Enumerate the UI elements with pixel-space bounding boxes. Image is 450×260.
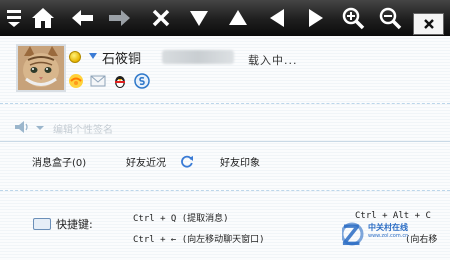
tab-friend-updates[interactable]: 好友近况	[126, 154, 166, 169]
browser-toolbar	[0, 0, 450, 36]
next-icon[interactable]	[303, 4, 329, 32]
keyboard-icon	[33, 218, 51, 230]
online-status-icon[interactable]	[69, 51, 81, 63]
cat-photo	[18, 46, 64, 90]
qzone-icon[interactable]	[68, 73, 84, 89]
page-down-icon[interactable]	[186, 4, 212, 32]
tab-message-box[interactable]: 消息盒子(0)	[32, 154, 86, 169]
blurred-account-number	[162, 50, 234, 64]
watermark-text: 中关村在线	[368, 223, 408, 232]
signature-underline	[0, 141, 450, 142]
zoom-in-icon[interactable]	[340, 4, 366, 32]
forward-icon[interactable]	[106, 4, 132, 32]
close-page-icon[interactable]	[148, 4, 174, 32]
mail-icon[interactable]	[90, 73, 106, 89]
signature-input[interactable]: 编辑个性签名	[53, 121, 113, 136]
nickname: 石筱铜	[102, 52, 142, 67]
avatar[interactable]	[16, 44, 66, 92]
zoom-out-icon[interactable]	[377, 4, 403, 32]
close-window-button[interactable]	[413, 13, 444, 35]
shortcut-label: 快捷键:	[56, 218, 93, 231]
close-icon	[423, 19, 434, 29]
refresh-icon[interactable]	[180, 153, 194, 172]
shortcut-item: Ctrl + Q (提取消息)	[133, 214, 229, 224]
menu-icon[interactable]	[3, 4, 25, 32]
prev-icon[interactable]	[264, 4, 290, 32]
watermark-url: www.zol.com.cn	[368, 233, 409, 239]
divider	[0, 190, 450, 191]
speaker-icon[interactable]	[13, 119, 47, 139]
page-up-icon[interactable]	[225, 4, 251, 32]
qq-penguin-icon[interactable]	[112, 73, 128, 89]
home-icon[interactable]	[30, 4, 56, 32]
divider	[0, 103, 450, 104]
wallet-icon[interactable]	[134, 73, 150, 89]
back-icon[interactable]	[70, 4, 96, 32]
quick-icons-row	[68, 73, 150, 91]
loading-text: 载入中...	[248, 54, 298, 67]
tab-friend-impressions[interactable]: 好友印象	[220, 154, 260, 169]
status-dropdown-icon[interactable]	[89, 53, 97, 59]
shortcut-item: Ctrl + ← (向左移动聊天窗口)	[133, 235, 265, 245]
